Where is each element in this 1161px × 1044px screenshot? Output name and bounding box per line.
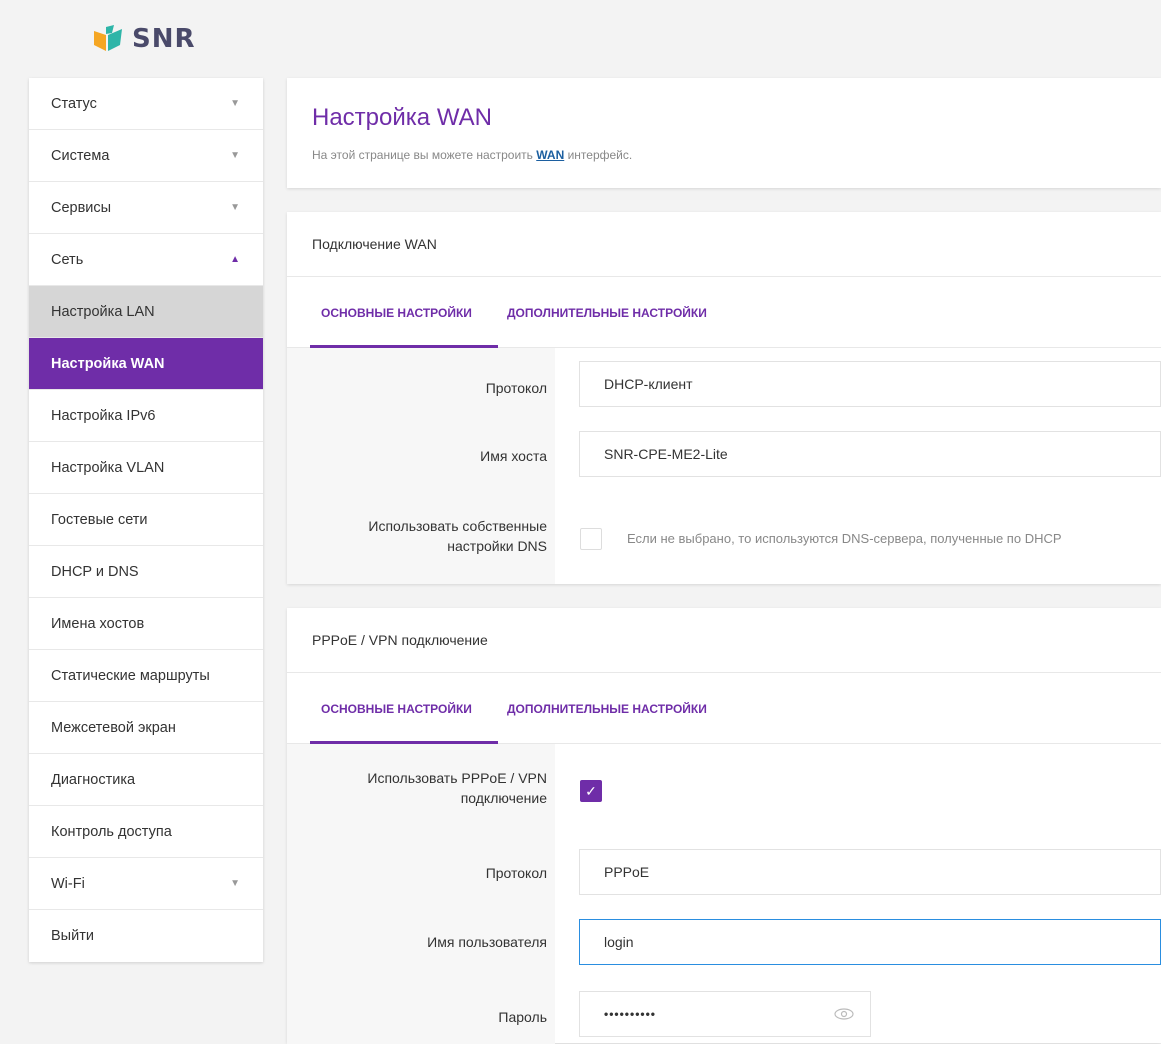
tab-advanced-settings[interactable]: ДОПОЛНИТЕЛЬНЫЕ НАСТРОЙКИ	[507, 306, 707, 320]
sidebar-item-lan[interactable]: Настройка LAN	[29, 286, 263, 338]
chevron-down-icon: ▼	[230, 150, 240, 161]
sidebar-item-label: Настройка WAN	[51, 355, 165, 372]
sidebar-item-dhcp-dns[interactable]: DHCP и DNS	[29, 546, 263, 598]
pppoe-protocol-select[interactable]: PPPoE	[579, 849, 1161, 895]
hostname-label: Имя хоста	[480, 448, 547, 464]
custom-dns-label: Использовать собственные настройки DNS	[368, 516, 547, 556]
sidebar-item-label: Контроль доступа	[51, 823, 172, 840]
pppoe-connection-card: PPPoE / VPN подключение ОСНОВНЫЕ НАСТРОЙ…	[287, 608, 1161, 1044]
sidebar-item-label: Имена хостов	[51, 615, 145, 632]
wan-form: Протокол DHCP-клиент Имя хоста SNR-CPE-M…	[287, 348, 1161, 584]
sidebar-item-services[interactable]: Сервисы ▼	[29, 182, 263, 234]
custom-dns-label-line1: Использовать собственные	[368, 518, 547, 534]
custom-dns-hint: Если не выбрано, то используются DNS-сер…	[627, 531, 1062, 546]
protocol-select[interactable]: DHCP-клиент	[579, 361, 1161, 407]
sidebar-item-label: Сеть	[51, 251, 84, 268]
username-label: Имя пользователя	[427, 934, 547, 950]
tab-basic-settings[interactable]: ОСНОВНЫЕ НАСТРОЙКИ	[321, 702, 472, 716]
sidebar-item-label: Статус	[51, 95, 97, 112]
sidebar-item-label: Диагностика	[51, 771, 136, 788]
protocol-label: Протокол	[485, 380, 547, 396]
chevron-down-icon: ▼	[230, 202, 240, 213]
checkmark-icon: ✓	[585, 782, 597, 799]
use-pppoe-label-line1: Использовать PPPoE / VPN	[367, 770, 547, 786]
sidebar-item-label: Сервисы	[51, 199, 112, 216]
pppoe-form: Использовать PPPoE / VPN подключение ✓ Пр…	[287, 744, 1161, 1044]
pppoe-protocol-label: Протокол	[485, 865, 547, 881]
username-input[interactable]: login	[579, 919, 1161, 965]
sidebar-item-label: Гостевые сети	[51, 511, 148, 528]
sidebar-item-network[interactable]: Сеть ▲	[29, 234, 263, 286]
sidebar-item-wan[interactable]: Настройка WAN	[29, 338, 263, 390]
sidebar-item-logout[interactable]: Выйти	[29, 910, 263, 962]
sidebar-item-firewall[interactable]: Межсетевой экран	[29, 702, 263, 754]
password-label: Пароль	[498, 1009, 547, 1025]
hostname-input[interactable]: SNR-CPE-ME2-Lite	[579, 431, 1161, 477]
page-title: Настройка WAN	[312, 104, 492, 131]
sidebar-item-label: Система	[51, 147, 110, 164]
pppoe-tabs: ОСНОВНЫЕ НАСТРОЙКИ ДОПОЛНИТЕЛЬНЫЕ НАСТРО…	[287, 673, 1161, 744]
chevron-down-icon: ▼	[230, 98, 240, 109]
sidebar-item-status[interactable]: Статус ▼	[29, 78, 263, 130]
sidebar-item-label: Статические маршруты	[51, 667, 210, 684]
use-pppoe-label: Использовать PPPoE / VPN подключение	[367, 768, 547, 808]
sidebar-item-system[interactable]: Система ▼	[29, 130, 263, 182]
description-text: На этой странице вы можете настроить	[312, 148, 537, 162]
logo-text: SNR	[132, 24, 196, 54]
chevron-up-icon: ▲	[230, 254, 240, 265]
sidebar-item-label: Wi-Fi	[51, 875, 85, 892]
sidebar-item-guest-networks[interactable]: Гостевые сети	[29, 494, 263, 546]
sidebar-nav: Статус ▼ Система ▼ Сервисы ▼ Сеть ▲ Настройк…	[29, 78, 263, 962]
wan-tabs: ОСНОВНЫЕ НАСТРОЙКИ ДОПОЛНИТЕЛЬНЫЕ НАСТРО…	[287, 277, 1161, 348]
sidebar-item-vlan[interactable]: Настройка VLAN	[29, 442, 263, 494]
wan-link[interactable]: WAN	[536, 148, 564, 162]
page-header-card: Настройка WAN На этой странице вы можете…	[287, 78, 1161, 188]
custom-dns-label-line2: настройки DNS	[447, 538, 547, 554]
sidebar-item-label: Настройка LAN	[51, 303, 155, 320]
custom-dns-checkbox[interactable]	[580, 528, 602, 550]
sidebar-item-label: Настройка IPv6	[51, 407, 156, 424]
chevron-down-icon: ▼	[230, 878, 240, 889]
sidebar-item-wifi[interactable]: Wi-Fi ▼	[29, 858, 263, 910]
tab-basic-settings[interactable]: ОСНОВНЫЕ НАСТРОЙКИ	[321, 306, 472, 320]
snr-logo-icon	[94, 25, 122, 51]
sidebar-item-label: Настройка VLAN	[51, 459, 165, 476]
use-pppoe-checkbox[interactable]: ✓	[580, 780, 602, 802]
page-description: На этой странице вы можете настроить WAN…	[312, 148, 632, 162]
sidebar-item-static-routes[interactable]: Статические маршруты	[29, 650, 263, 702]
sidebar-item-label: Межсетевой экран	[51, 719, 176, 736]
sidebar-item-hostnames[interactable]: Имена хостов	[29, 598, 263, 650]
wan-connection-card: Подключение WAN ОСНОВНЫЕ НАСТРОЙКИ ДОПОЛ…	[287, 212, 1161, 584]
sidebar-item-label: Выйти	[51, 928, 94, 944]
show-password-eye-icon[interactable]	[833, 1007, 855, 1021]
description-text-end: интерфейс.	[564, 148, 633, 162]
card-title: PPPoE / VPN подключение	[287, 608, 1161, 673]
sidebar-item-diagnostics[interactable]: Диагностика	[29, 754, 263, 806]
snr-logo[interactable]: SNR	[92, 24, 196, 54]
sidebar-item-ipv6[interactable]: Настройка IPv6	[29, 390, 263, 442]
tab-advanced-settings[interactable]: ДОПОЛНИТЕЛЬНЫЕ НАСТРОЙКИ	[507, 702, 707, 716]
sidebar-item-access-control[interactable]: Контроль доступа	[29, 806, 263, 858]
password-input[interactable]: ••••••••••	[579, 991, 871, 1037]
card-title: Подключение WAN	[287, 212, 1161, 277]
sidebar-item-label: DHCP и DNS	[51, 563, 139, 580]
use-pppoe-label-line2: подключение	[460, 790, 547, 806]
